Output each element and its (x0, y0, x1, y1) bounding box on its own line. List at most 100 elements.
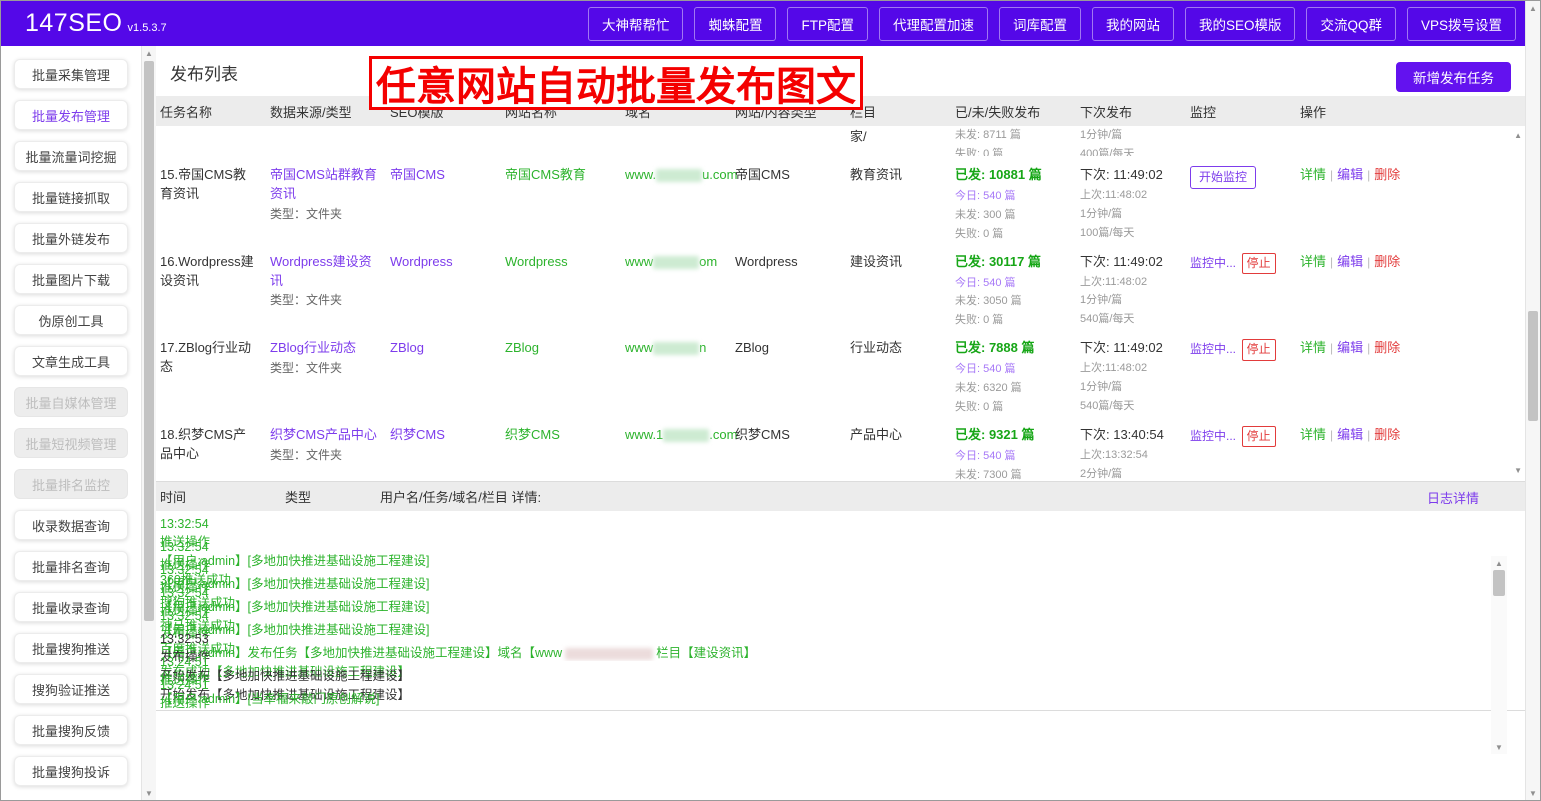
start-monitor-button[interactable]: 开始监控 (1190, 166, 1256, 189)
delete-link[interactable]: 删除 (1374, 340, 1400, 355)
publish-rate: 1分钟/篇 (1080, 293, 1178, 309)
monitoring-label: 监控中... (1190, 256, 1236, 270)
sidebar-item[interactable]: 批量图片下载 (14, 264, 128, 294)
window-scroll-up-icon[interactable]: ▲ (1526, 1, 1540, 15)
data-source-link[interactable]: 织梦CMS产品中心 (270, 426, 378, 445)
edit-link[interactable]: 编辑 (1337, 340, 1363, 355)
top-nav-item[interactable]: 代理配置加速 (879, 7, 988, 41)
detail-link[interactable]: 详情 (1300, 167, 1326, 182)
data-source-link[interactable]: 帝国CMS站群教育资讯 (270, 166, 378, 204)
unpublished-count: 未发: 300 篇 (955, 208, 1068, 224)
last-publish-time: 上次:11:48:02 (1080, 275, 1178, 291)
window-scroll-down-icon[interactable]: ▼ (1526, 786, 1540, 800)
redacted-domain (663, 429, 709, 442)
task-rows: 15.帝国CMS教育资讯 帝国CMS站群教育资讯 类型：文件夹 帝国CMS 帝国… (156, 156, 1525, 481)
scroll-down-icon[interactable]: ▼ (142, 786, 156, 800)
app-header: 147SEO v1.5.3.7 大神帮帮忙 蜘蛛配置 FTP配置 代理配置加速 … (1, 1, 1540, 46)
edit-link[interactable]: 编辑 (1337, 254, 1363, 269)
seo-template-link[interactable]: ZBlog (386, 339, 501, 358)
log-row: 13:32:54 推送操作 【用户:admin】[多地加快推进基础设施工程建设]… (156, 517, 1525, 540)
top-nav-item[interactable]: VPS拨号设置 (1407, 7, 1516, 41)
site-name-cell: ZBlog (501, 339, 621, 358)
sidebar-item[interactable]: 批量搜狗反馈 (14, 715, 128, 745)
sidebar-item[interactable]: 批量采集管理 (14, 59, 128, 89)
top-nav-item[interactable]: 词库配置 (999, 7, 1081, 41)
sidebar-scrollbar[interactable]: ▲ ▼ (141, 46, 156, 800)
window-scrollbar[interactable]: ▲ ▼ (1525, 1, 1540, 800)
sidebar-item[interactable]: 批量排名监控 (14, 469, 128, 499)
actions-cell: 详情|编辑|删除 (1296, 253, 1525, 272)
data-source-link[interactable]: ZBlog行业动态 (270, 339, 378, 358)
sidebar-item[interactable]: 伪原创工具 (14, 305, 128, 335)
partial-unpublished: 未发: 8711 篇 (955, 126, 1076, 142)
last-publish-time: 上次:13:32:54 (1080, 448, 1178, 464)
schedule-cell: 下次: 11:49:02 上次:11:48:02 1分钟/篇 540篇/每天 (1076, 253, 1186, 329)
scrollbar-thumb[interactable] (144, 61, 154, 621)
redacted-domain (565, 648, 653, 660)
delete-link[interactable]: 删除 (1374, 167, 1400, 182)
task-scroll-down-icon[interactable]: ▼ (1514, 466, 1522, 475)
top-nav-item[interactable]: 我的网站 (1092, 7, 1174, 41)
sidebar-item[interactable]: 批量搜狗推送 (14, 633, 128, 663)
delete-link[interactable]: 删除 (1374, 427, 1400, 442)
sidebar-item[interactable]: 收录数据查询 (14, 510, 128, 540)
source-type-label: 类型：文件夹 (270, 447, 378, 464)
log-scrollbar-thumb[interactable] (1493, 570, 1505, 596)
failed-count: 失败: 0 篇 (955, 227, 1068, 243)
log-type-header: 类型 (281, 487, 376, 506)
top-nav-item[interactable]: 我的SEO模版 (1185, 7, 1296, 41)
top-nav-item[interactable]: 蜘蛛配置 (694, 7, 776, 41)
edit-link[interactable]: 编辑 (1337, 167, 1363, 182)
unpublished-count: 未发: 7300 篇 (955, 468, 1068, 481)
detail-link[interactable]: 详情 (1300, 254, 1326, 269)
redacted-domain (653, 256, 699, 269)
task-scroll-up-icon[interactable]: ▲ (1514, 131, 1522, 140)
sidebar-item[interactable]: 批量链接抓取 (14, 182, 128, 212)
window-scrollbar-thumb[interactable] (1528, 311, 1538, 421)
top-nav: 大神帮帮忙 蜘蛛配置 FTP配置 代理配置加速 词库配置 我的网站 我的SEO模… (588, 7, 1540, 41)
detail-link[interactable]: 详情 (1300, 427, 1326, 442)
delete-link[interactable]: 删除 (1374, 254, 1400, 269)
log-table-header: 时间 类型 用户名/任务/域名/栏目 详情: (156, 481, 1525, 511)
new-publish-task-button[interactable]: 新增发布任务 (1396, 62, 1511, 92)
log-scrollbar[interactable]: ▲ ▼ (1491, 556, 1507, 754)
top-nav-item[interactable]: 大神帮帮忙 (588, 7, 684, 41)
next-publish-time: 下次: 11:49:02 (1080, 253, 1178, 272)
publish-stats-cell: 已发: 9321 篇 今日: 540 篇 未发: 7300 篇 失败: 0 篇 (951, 426, 1076, 481)
sidebar-item[interactable]: 批量自媒体管理 (14, 387, 128, 417)
stop-monitor-button[interactable]: 停止 (1242, 426, 1276, 447)
sidebar-item[interactable]: 批量发布管理 (14, 100, 128, 130)
sidebar-item[interactable]: 批量外链发布 (14, 223, 128, 253)
content-type-cell: 帝国CMS (731, 166, 846, 185)
sidebar-item[interactable]: 文章生成工具 (14, 346, 128, 376)
edit-link[interactable]: 编辑 (1337, 427, 1363, 442)
sidebar-item[interactable]: 批量搜狗投诉 (14, 756, 128, 786)
stop-monitor-button[interactable]: 停止 (1242, 253, 1276, 274)
seo-template-link[interactable]: Wordpress (386, 253, 501, 272)
log-details-link[interactable]: 日志详情 (1427, 488, 1479, 507)
top-nav-item[interactable]: 交流QQ群 (1306, 7, 1396, 41)
daily-limit: 100篇/每天 (1080, 226, 1178, 242)
stop-monitor-button[interactable]: 停止 (1242, 339, 1276, 360)
seo-template-link[interactable]: 帝国CMS (386, 166, 501, 185)
sidebar-item[interactable]: 批量短视频管理 (14, 428, 128, 458)
task-row-partial: 家/ 未发: 8711 篇 失败: 0 篇 1分钟/篇 400篇/每天 (156, 126, 1525, 156)
log-scroll-up-icon[interactable]: ▲ (1491, 556, 1507, 570)
sidebar-item[interactable]: 批量流量词挖掘 (14, 141, 128, 171)
last-publish-time: 上次:11:48:02 (1080, 188, 1178, 204)
scroll-up-icon[interactable]: ▲ (142, 46, 156, 60)
task-row: 15.帝国CMS教育资讯 帝国CMS站群教育资讯 类型：文件夹 帝国CMS 帝国… (156, 156, 1525, 243)
data-source-link[interactable]: Wordpress建设资讯 (270, 253, 378, 291)
monitor-cell: 监控中... 停止 (1186, 253, 1296, 274)
column-header: 监控 (1186, 102, 1296, 121)
sidebar-item[interactable]: 搜狗验证推送 (14, 674, 128, 704)
log-scroll-down-icon[interactable]: ▼ (1491, 740, 1507, 754)
actions-cell: 详情|编辑|删除 (1296, 166, 1525, 185)
task-name-cell: 18.织梦CMS产品中心 (156, 426, 266, 464)
log-table-body: 13:32:54 推送操作 【用户:admin】[多地加快推进基础设施工程建设]… (156, 511, 1525, 711)
sidebar-item[interactable]: 批量排名查询 (14, 551, 128, 581)
top-nav-item[interactable]: FTP配置 (787, 7, 868, 41)
detail-link[interactable]: 详情 (1300, 340, 1326, 355)
sidebar-item[interactable]: 批量收录查询 (14, 592, 128, 622)
seo-template-link[interactable]: 织梦CMS (386, 426, 501, 445)
